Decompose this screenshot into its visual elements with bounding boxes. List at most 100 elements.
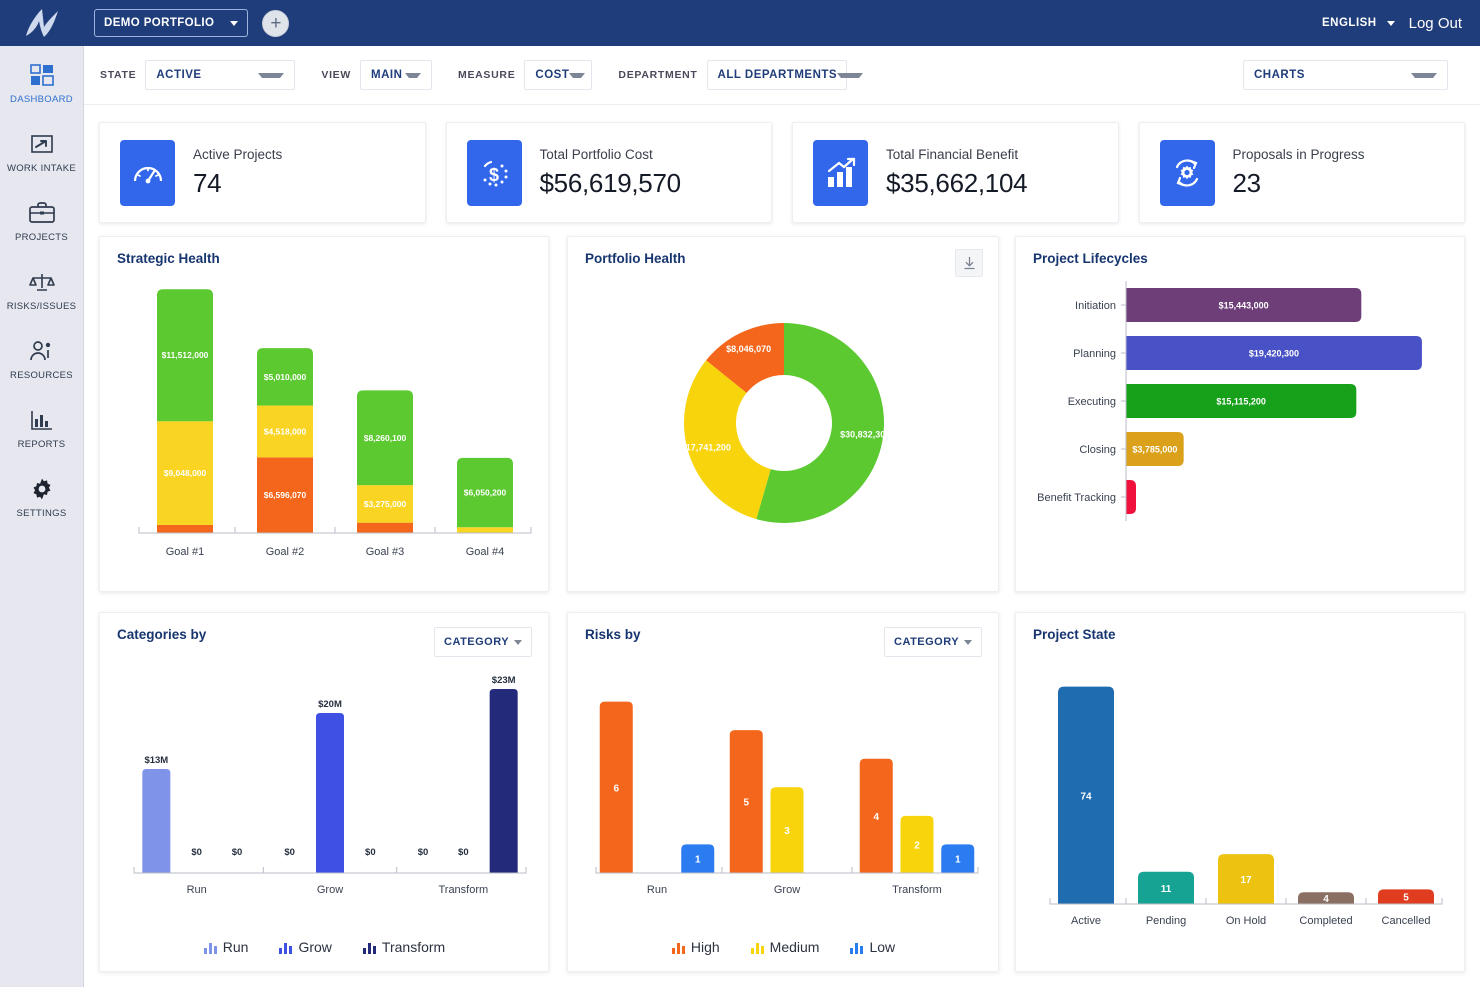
department-label: DEPARTMENT <box>618 69 697 81</box>
svg-text:Planning: Planning <box>1073 348 1116 360</box>
bar-chart-icon <box>750 940 765 955</box>
view-label: VIEW <box>321 69 351 81</box>
panel-title: Project Lifecycles <box>1033 251 1148 266</box>
gear-icon <box>29 476 55 502</box>
svg-text:$30,832,300: $30,832,300 <box>840 429 890 439</box>
svg-text:$0: $0 <box>191 847 202 858</box>
svg-text:$6,050,200: $6,050,200 <box>464 488 507 498</box>
legend-item[interactable]: Run <box>203 939 249 955</box>
plus-icon: + <box>270 14 281 33</box>
measure-value: COST <box>535 69 569 81</box>
categories-legend: Run Grow Transform <box>100 939 548 955</box>
chevron-down-icon <box>405 73 421 78</box>
sidebar-item-label: PROJECTS <box>15 232 68 243</box>
kpi-row: Active Projects 74 $ Total Portfolio Cos… <box>99 122 1465 223</box>
logout-button[interactable]: Log Out <box>1409 15 1462 32</box>
state-select[interactable]: ACTIVE <box>145 60 295 90</box>
svg-text:5: 5 <box>1403 893 1409 904</box>
chevron-down-icon <box>569 73 585 78</box>
svg-text:74: 74 <box>1080 791 1092 802</box>
svg-text:$3,785,000: $3,785,000 <box>1132 445 1177 455</box>
sidebar-item-label: REPORTS <box>18 439 66 450</box>
sidebar-item-dashboard[interactable]: DASHBOARD <box>0 62 84 105</box>
risks-chart[interactable]: 61Run53Grow421Transform <box>568 649 1000 929</box>
kpi-card-total-portfolio-cost[interactable]: $ Total Portfolio Cost $56,619,570 <box>446 122 773 223</box>
view-select[interactable]: MAIN <box>360 60 432 90</box>
strategic-health-chart[interactable]: $9,048,000$11,512,000Goal #1$6,596,070$4… <box>100 263 550 593</box>
categories-chart[interactable]: $13M$0$0Run$0$20M$0Grow$0$0$23MTransform <box>100 649 550 929</box>
bar-chart-icon <box>671 940 686 955</box>
sidebar-item-projects[interactable]: PROJECTS <box>0 200 84 243</box>
svg-text:$6,596,070: $6,596,070 <box>264 490 307 500</box>
scales-icon <box>29 269 55 295</box>
department-value: ALL DEPARTMENTS <box>718 69 838 81</box>
gauge-icon <box>120 140 175 206</box>
legend-label: Medium <box>770 939 820 955</box>
legend-item[interactable]: Low <box>849 939 895 955</box>
legend-item[interactable]: Medium <box>750 939 820 955</box>
sidebar: DASHBOARD WORK INTAKE PROJECTS RISKS/ISS… <box>0 46 84 987</box>
svg-text:1: 1 <box>695 855 701 866</box>
legend-item[interactable]: High <box>671 939 720 955</box>
kpi-card-proposals-in-progress[interactable]: Proposals in Progress 23 <box>1139 122 1466 223</box>
sidebar-item-reports[interactable]: REPORTS <box>0 407 84 450</box>
kpi-card-total-financial-benefit[interactable]: Total Financial Benefit $35,662,104 <box>792 122 1119 223</box>
sidebar-item-work-intake[interactable]: WORK INTAKE <box>0 131 84 174</box>
svg-text:Executing: Executing <box>1068 396 1116 408</box>
chevron-down-icon <box>964 640 972 645</box>
legend-label: Transform <box>382 939 445 955</box>
measure-select[interactable]: COST <box>524 60 592 90</box>
legend-label: Low <box>869 939 895 955</box>
sidebar-item-risks-issues[interactable]: RISKS/ISSUES <box>0 269 84 312</box>
svg-text:On Hold: On Hold <box>1226 915 1266 927</box>
charts-select[interactable]: CHARTS <box>1243 60 1448 90</box>
department-select[interactable]: ALL DEPARTMENTS <box>707 60 847 90</box>
process-icon <box>1160 140 1215 206</box>
language-label: ENGLISH <box>1322 17 1377 29</box>
svg-text:1: 1 <box>955 855 961 866</box>
svg-text:Grow: Grow <box>774 884 800 896</box>
svg-text:Run: Run <box>647 884 667 896</box>
bar-chart-icon <box>278 940 293 955</box>
add-portfolio-button[interactable]: + <box>262 10 289 37</box>
portfolio-health-chart[interactable]: $30,832,300$17,741,200$8,046,070 <box>568 263 1000 593</box>
kpi-title: Total Portfolio Cost <box>540 147 681 162</box>
portfolio-selector[interactable]: DEMO PORTFOLIO <box>94 9 248 37</box>
svg-text:4: 4 <box>1323 894 1329 905</box>
svg-text:$5,010,000: $5,010,000 <box>264 372 307 382</box>
bar-chart-icon <box>849 940 864 955</box>
sidebar-item-resources[interactable]: RESOURCES <box>0 338 84 381</box>
svg-text:Initiation: Initiation <box>1075 300 1116 312</box>
svg-text:5: 5 <box>743 798 749 809</box>
dollar-icon: $ <box>467 140 522 206</box>
sidebar-item-settings[interactable]: SETTINGS <box>0 476 84 519</box>
category-select-value: CATEGORY <box>444 636 509 648</box>
legend-label: High <box>691 939 720 955</box>
svg-text:$15,115,200: $15,115,200 <box>1216 397 1266 407</box>
legend-label: Grow <box>298 939 331 955</box>
panel-strategic-health: Strategic Health $9,048,000$11,512,000Go… <box>99 236 549 592</box>
svg-text:Goal #4: Goal #4 <box>466 546 505 558</box>
app-logo-icon[interactable] <box>0 0 84 46</box>
legend-item[interactable]: Transform <box>362 939 445 955</box>
chevron-down-icon <box>258 73 284 78</box>
charts-value: CHARTS <box>1254 69 1305 81</box>
project-lifecycles-chart[interactable]: $15,443,000Initiation$19,420,300Planning… <box>1016 267 1466 587</box>
category-select-value: CATEGORY <box>894 636 959 648</box>
top-bar-right: ENGLISH Log Out <box>1322 15 1480 32</box>
panel-portfolio-health: Portfolio Health $30,832,300$17,741,200$… <box>567 236 999 592</box>
svg-text:$: $ <box>489 165 499 185</box>
project-state-chart[interactable]: 74Active11Pending17On Hold4Completed5Can… <box>1016 639 1466 969</box>
legend-label: Run <box>223 939 249 955</box>
panel-project-state: Project State 74Active11Pending17On Hold… <box>1015 612 1465 972</box>
language-selector[interactable]: ENGLISH <box>1322 17 1395 29</box>
kpi-title: Total Financial Benefit <box>886 147 1027 162</box>
panel-title: Risks by <box>585 627 641 642</box>
chevron-down-icon <box>514 640 522 645</box>
kpi-card-active-projects[interactable]: Active Projects 74 <box>99 122 426 223</box>
bar-chart-icon <box>29 407 55 433</box>
legend-item[interactable]: Grow <box>278 939 331 955</box>
svg-text:Goal #2: Goal #2 <box>266 546 305 558</box>
sidebar-item-label: RESOURCES <box>10 370 73 381</box>
kpi-value: 23 <box>1233 168 1365 199</box>
